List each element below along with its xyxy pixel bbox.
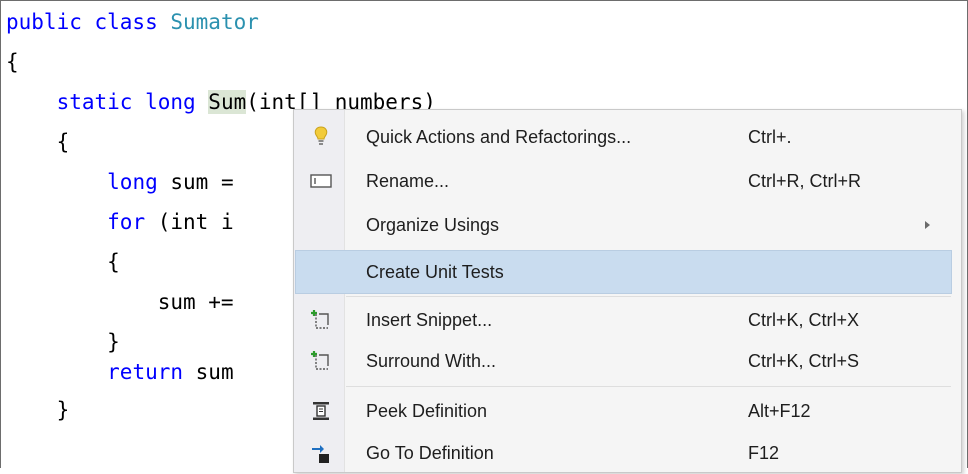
menu-item-label: Quick Actions and Refactorings... [366, 127, 632, 147]
code-text: sum [183, 360, 234, 384]
peek-definition-icon [309, 399, 333, 423]
menu-item-shortcut: Ctrl+K, Ctrl+X [748, 310, 860, 330]
menu-item-shortcut: Ctrl+. [748, 127, 792, 147]
code-line-11: } [6, 398, 70, 422]
keyword: return [107, 360, 184, 384]
keyword: static long [56, 90, 209, 114]
code-text: (int i [145, 210, 234, 234]
class-name: Sumator [170, 10, 259, 34]
menu-item-surround-with[interactable]: Surround With... Ctrl+K, Ctrl+S [295, 340, 952, 382]
context-menu: Quick Actions and Refactorings... Ctrl+.… [293, 109, 962, 473]
menu-item-peek-definition[interactable]: Peek Definition Alt+F12 [295, 390, 952, 432]
code-line-1: public class Sumator [6, 5, 259, 39]
menu-item-shortcut: Ctrl+K, Ctrl+S [748, 351, 860, 371]
rename-icon [309, 169, 333, 193]
menu-separator [346, 296, 951, 297]
keyword: long [107, 170, 158, 194]
menu-item-rename[interactable]: Rename... Ctrl+R, Ctrl+R [295, 160, 952, 202]
code-line-2: { [6, 50, 19, 74]
menu-item-label: Insert Snippet... [366, 310, 493, 330]
go-to-definition-icon [309, 441, 333, 465]
code-line-5: long sum = [6, 165, 246, 199]
code-line-7: { [6, 250, 120, 274]
menu-item-insert-snippet[interactable]: Insert Snippet... Ctrl+K, Ctrl+X [295, 299, 952, 341]
menu-item-quick-actions[interactable]: Quick Actions and Refactorings... Ctrl+. [295, 116, 952, 158]
menu-item-shortcut: F12 [748, 443, 780, 463]
code-text: sum = [157, 170, 247, 194]
insert-snippet-icon [309, 308, 333, 332]
lightbulb-icon [309, 125, 333, 149]
code-line-4: { [6, 130, 70, 154]
menu-item-create-unit-tests[interactable]: Create Unit Tests [295, 250, 952, 294]
code-line-8: sum += [6, 290, 234, 314]
menu-item-label: Create Unit Tests [366, 262, 504, 282]
keyword: for [107, 210, 146, 234]
code-line-6: for (int i [6, 205, 234, 239]
menu-item-label: Organize Usings [366, 215, 500, 235]
menu-item-label: Peek Definition [366, 401, 488, 421]
code-line-10: return sum [6, 355, 234, 389]
submenu-arrow-icon [925, 221, 930, 229]
menu-item-label: Go To Definition [366, 443, 494, 463]
keyword: public class [6, 10, 171, 34]
menu-item-go-to-definition[interactable]: Go To Definition F12 [295, 432, 952, 474]
menu-item-shortcut: Alt+F12 [748, 401, 811, 421]
menu-item-organize-usings[interactable]: Organize Usings [295, 204, 952, 246]
surround-with-icon [309, 349, 333, 373]
menu-item-label: Rename... [366, 171, 450, 191]
code-line-9: } [6, 330, 120, 354]
method-name-highlight[interactable]: Sum [208, 90, 247, 114]
menu-item-label: Surround With... [366, 351, 497, 371]
menu-separator [346, 386, 951, 387]
menu-item-shortcut: Ctrl+R, Ctrl+R [748, 171, 862, 191]
